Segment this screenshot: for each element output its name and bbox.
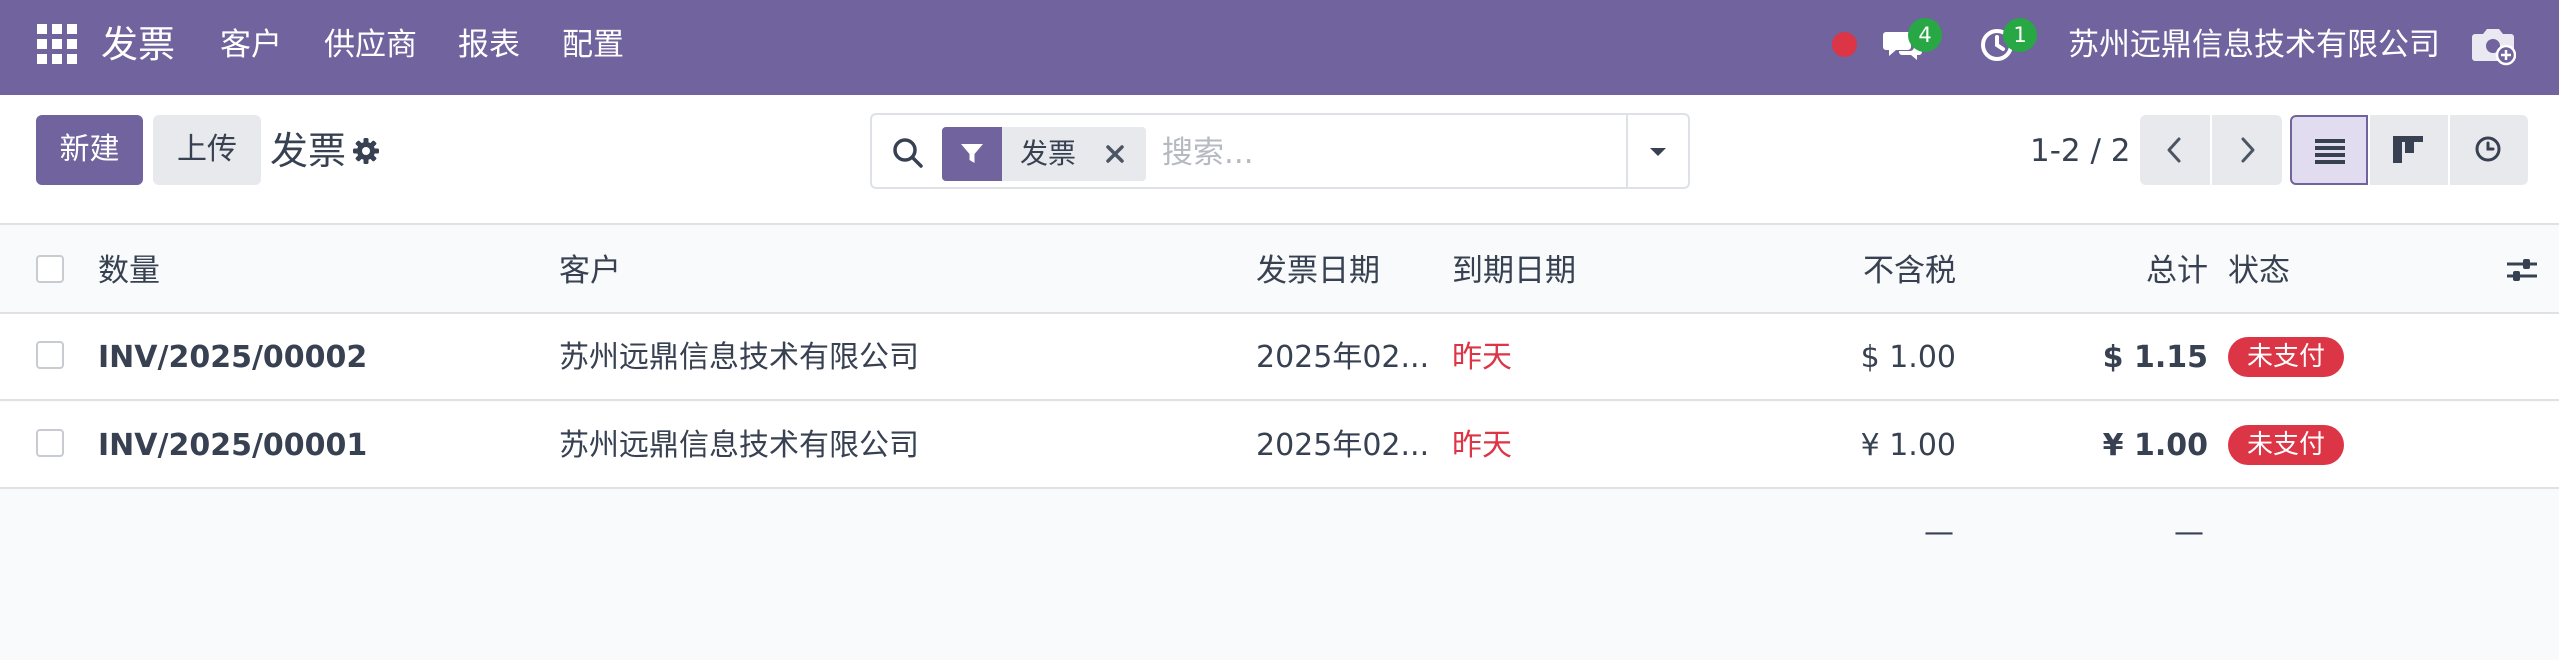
pager-value[interactable]: 1-2 / 2 [2030, 125, 2131, 177]
invoice-due-date: 昨天 [1452, 340, 1512, 375]
menu-item-reporting[interactable]: 报表 [458, 25, 520, 65]
new-button[interactable]: 新建 [36, 115, 143, 185]
invoice-number: INV/2025/00002 [98, 340, 368, 375]
row-checkbox[interactable] [36, 429, 64, 457]
search-input[interactable] [1162, 127, 1482, 179]
list-view-icon [2315, 139, 2345, 164]
control-panel: 新建 上传 发票 发票 搜索... 1-2 / 2 [0, 95, 2559, 225]
column-header-untaxed[interactable]: 不含税 [1760, 251, 1956, 291]
search-options-toggle[interactable] [1626, 115, 1688, 187]
top-navbar: 发票 客户 供应商 报表 配置 4 1 苏州远鼎信息技术有限公司 [0, 0, 2559, 95]
total-sum: — [2174, 515, 2204, 550]
upload-button[interactable]: 上传 [153, 115, 261, 185]
app-brand[interactable]: 发票 [101, 20, 175, 70]
chevron-left-icon [2167, 137, 2181, 163]
activity-count-badge: 1 [2003, 18, 2037, 52]
invoice-date: 2025年02... [1256, 340, 1430, 375]
chevron-down-icon [1650, 148, 1666, 156]
kanban-view-button[interactable] [2370, 115, 2448, 185]
list-header: 数量 客户 发票日期 到期日期 不含税 总计 状态 [0, 227, 2559, 314]
invoice-untaxed: $ 1.00 [1860, 340, 1956, 375]
column-header-number[interactable]: 数量 [98, 251, 160, 291]
record-dot-icon[interactable] [1832, 32, 1857, 57]
search-bar: 发票 [870, 113, 1690, 189]
invoice-customer: 苏州远鼎信息技术有限公司 [559, 428, 919, 463]
pager-next-button[interactable] [2212, 115, 2282, 185]
untaxed-sum: — [1924, 515, 1954, 550]
status-badge: 未支付 [2228, 425, 2345, 465]
apps-grid-icon[interactable] [37, 24, 77, 64]
facet-label: 发票 [1020, 137, 1077, 170]
kanban-view-icon [2393, 136, 2423, 163]
status-badge: 未支付 [2228, 337, 2345, 377]
select-all-checkbox[interactable] [36, 255, 64, 283]
invoice-customer: 苏州远鼎信息技术有限公司 [559, 340, 919, 375]
gear-icon[interactable] [352, 137, 380, 165]
pager-previous-button[interactable] [2140, 115, 2210, 185]
search-facet: 发票 [942, 127, 1146, 181]
column-header-due-date[interactable]: 到期日期 [1452, 251, 1576, 291]
clock-icon [2475, 136, 2501, 162]
list-view-button[interactable] [2290, 115, 2368, 185]
invoice-total: ¥ 1.00 [2102, 428, 2208, 463]
invoice-number: INV/2025/00001 [98, 428, 368, 463]
invoice-untaxed: ¥ 1.00 [1860, 428, 1956, 463]
camera-icon[interactable] [2470, 24, 2517, 66]
column-header-invoice-date[interactable]: 发票日期 [1256, 251, 1380, 291]
sliders-icon[interactable] [2505, 254, 2539, 286]
column-header-status[interactable]: 状态 [2228, 251, 2290, 291]
close-icon[interactable] [1100, 139, 1130, 169]
menu-item-configuration[interactable]: 配置 [562, 25, 624, 65]
row-checkbox[interactable] [36, 341, 64, 369]
page-title: 发票 [270, 129, 347, 173]
invoice-date: 2025年02... [1256, 428, 1430, 463]
column-header-customer[interactable]: 客户 [559, 251, 621, 291]
column-header-total[interactable]: 总计 [2010, 251, 2208, 291]
menu-item-vendors[interactable]: 供应商 [324, 25, 417, 65]
chat-count-badge: 4 [1908, 18, 1942, 52]
invoice-due-date: 昨天 [1452, 428, 1512, 463]
filter-icon [942, 127, 1002, 181]
menu-item-customers[interactable]: 客户 [220, 25, 282, 65]
table-row[interactable]: INV/2025/00001 苏州远鼎信息技术有限公司 2025年02... 昨… [0, 402, 2559, 489]
invoice-total: $ 1.15 [2102, 340, 2208, 375]
list-footer: — — [0, 491, 2559, 578]
chevron-right-icon [2241, 137, 2255, 163]
table-row[interactable]: INV/2025/00002 苏州远鼎信息技术有限公司 2025年02... 昨… [0, 314, 2559, 401]
search-icon[interactable] [890, 135, 926, 171]
company-switcher[interactable]: 苏州远鼎信息技术有限公司 [2068, 23, 2440, 67]
activity-view-button[interactable] [2450, 115, 2528, 185]
